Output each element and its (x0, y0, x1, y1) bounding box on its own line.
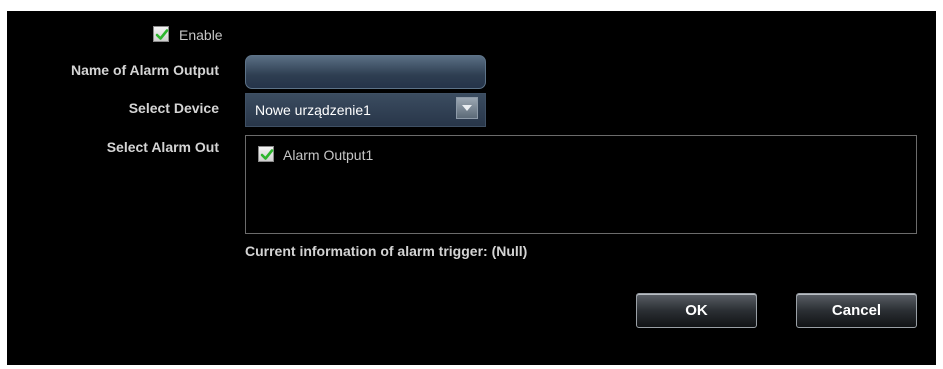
enable-checkbox[interactable] (153, 26, 169, 42)
title-strip (0, 0, 943, 11)
alarm-output1-checkbox[interactable] (258, 146, 274, 162)
name-label: Name of Alarm Output (70, 62, 219, 78)
alarm-trigger-info: Current information of alarm trigger: (N… (245, 243, 528, 259)
enable-label: Enable (179, 27, 223, 43)
device-select-value: Nowe urządzenie1 (255, 102, 371, 118)
device-select[interactable]: Nowe urządzenie1 (245, 93, 486, 127)
chevron-down-icon (462, 105, 472, 111)
alarm-output1-label: Alarm Output1 (283, 147, 374, 163)
device-label: Select Device (128, 100, 219, 116)
cancel-button[interactable]: Cancel (796, 293, 917, 328)
device-select-toggle[interactable] (456, 97, 478, 119)
alarm-output-name-input[interactable] (245, 55, 486, 89)
alarm-out-label: Select Alarm Out (106, 139, 219, 155)
checkmark-icon (260, 149, 274, 160)
ok-button[interactable]: OK (636, 293, 757, 328)
checkmark-icon (155, 29, 169, 40)
